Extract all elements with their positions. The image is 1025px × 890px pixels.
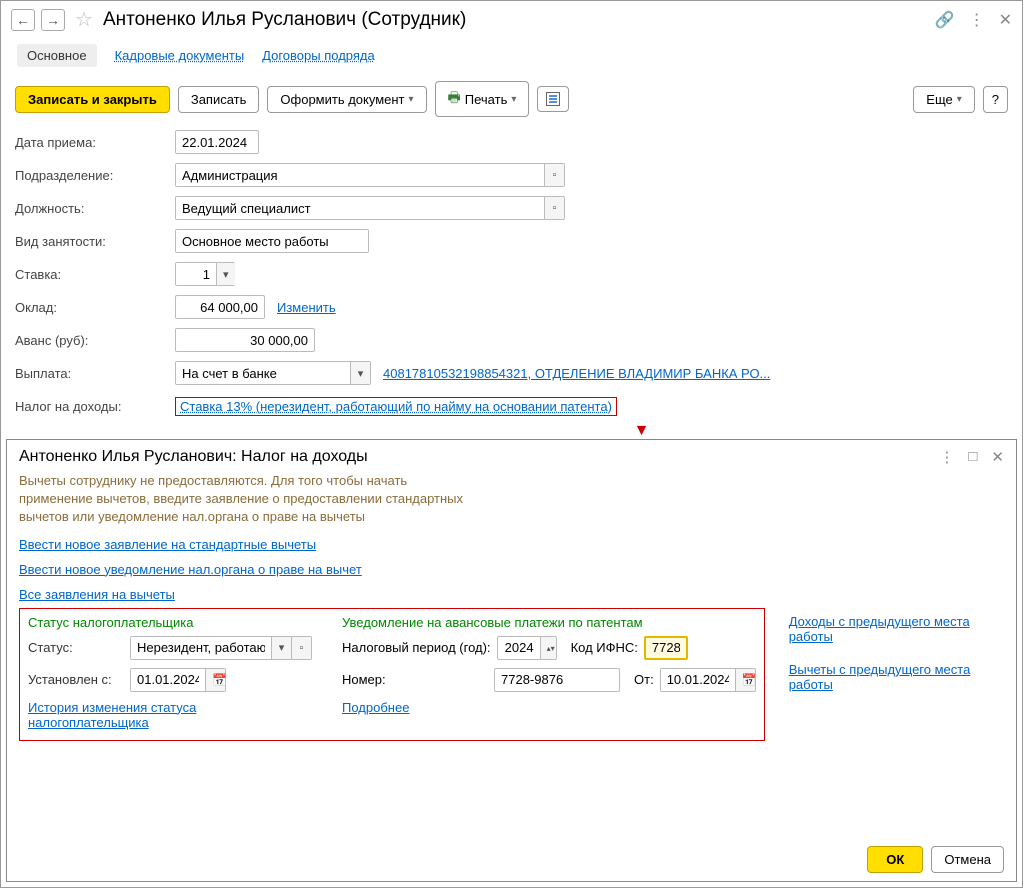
link-icon[interactable]: 🔗 <box>935 10 955 30</box>
tax-label: Налог на доходы: <box>15 399 175 414</box>
deductions-hint: Вычеты сотруднику не предоставляются. Дл… <box>19 472 479 527</box>
more-details-link[interactable]: Подробнее <box>342 700 409 715</box>
back-button[interactable]: ← <box>11 9 35 31</box>
annotation-arrow-icon: ▼ <box>275 422 1008 440</box>
all-deductions-link[interactable]: Все заявления на вычеты <box>19 587 175 602</box>
from-date-calendar-button[interactable] <box>735 669 755 691</box>
set-from-input[interactable] <box>131 669 205 691</box>
prev-income-link[interactable]: Доходы с предыдущего места работы <box>789 614 1004 644</box>
advance-input[interactable] <box>175 328 315 352</box>
period-input[interactable] <box>498 637 540 659</box>
position-label: Должность: <box>15 201 175 216</box>
position-input-group: ▫ <box>175 196 565 220</box>
rate-label: Ставка: <box>15 267 175 282</box>
printer-icon <box>448 87 461 111</box>
tax-rate-link[interactable]: Ставка 13% (нерезидент, работающий по на… <box>175 397 617 416</box>
create-doc-button[interactable]: Оформить документ ▾ <box>267 86 426 113</box>
payment-input[interactable] <box>176 362 350 384</box>
new-std-deduction-link[interactable]: Ввести новое заявление на стандартные вы… <box>19 537 316 552</box>
rate-input[interactable] <box>176 263 216 285</box>
more-button[interactable]: Еще ▾ <box>913 86 974 113</box>
payment-dropdown-button[interactable]: ▾ <box>350 362 370 384</box>
save-button[interactable]: Записать <box>178 86 260 113</box>
position-input[interactable] <box>176 197 544 219</box>
from-date-input[interactable] <box>661 669 735 691</box>
from-date-label: От: <box>634 672 654 687</box>
rate-dropdown-button[interactable]: ▾ <box>216 263 235 285</box>
calendar-icon <box>212 675 227 687</box>
period-spinner-button[interactable]: ▴▾ <box>540 637 556 659</box>
tab-main[interactable]: Основное <box>17 44 97 67</box>
kebab-menu-icon[interactable]: ⋮ <box>969 10 985 30</box>
tab-contracts[interactable]: Договоры подряда <box>262 48 375 63</box>
window-title: Антоненко Илья Русланович (Сотрудник) <box>103 9 929 31</box>
status-history-link[interactable]: История изменения статуса налогоплательщ… <box>28 700 196 730</box>
emp-type-input[interactable] <box>175 229 369 253</box>
list-button[interactable] <box>537 86 569 112</box>
set-from-calendar-button[interactable] <box>205 669 225 691</box>
hire-date-label: Дата приема: <box>15 135 175 150</box>
dept-input[interactable] <box>176 164 544 186</box>
new-notification-link[interactable]: Ввести новое уведомление нал.органа о пр… <box>19 562 362 577</box>
account-link[interactable]: 40817810532198854321, ОТДЕЛЕНИЕ ВЛАДИМИР… <box>383 366 770 381</box>
dialog-kebab-icon[interactable]: ⋮ <box>939 448 954 466</box>
ifns-label: Код ИФНС: <box>571 640 638 655</box>
hire-date-input[interactable] <box>175 130 259 154</box>
salary-input[interactable] <box>175 295 265 319</box>
advance-label: Аванс (руб): <box>15 333 175 348</box>
number-label: Номер: <box>342 672 488 687</box>
dept-label: Подразделение: <box>15 168 175 183</box>
help-button[interactable]: ? <box>983 86 1008 113</box>
ifns-input[interactable] <box>644 636 688 660</box>
dept-input-group: ▫ <box>175 163 565 187</box>
taxpayer-status-title: Статус налогоплательщика <box>28 615 312 630</box>
patent-notification-title: Уведомление на авансовые платежи по пате… <box>342 615 756 630</box>
dialog-maximize-icon[interactable]: □ <box>968 448 977 466</box>
close-icon[interactable]: ✕ <box>999 10 1012 30</box>
ok-button[interactable]: ОК <box>867 846 923 873</box>
forward-button[interactable]: → <box>41 9 65 31</box>
dialog-title: Антоненко Илья Русланович: Налог на дохо… <box>19 448 939 466</box>
position-open-button[interactable]: ▫ <box>544 197 564 219</box>
status-label: Статус: <box>28 640 124 655</box>
cancel-button[interactable]: Отмена <box>931 846 1004 873</box>
dept-open-button[interactable]: ▫ <box>544 164 564 186</box>
change-salary-link[interactable]: Изменить <box>277 300 336 315</box>
save-close-button[interactable]: Записать и закрыть <box>15 86 170 113</box>
set-from-label: Установлен с: <box>28 672 124 687</box>
salary-label: Оклад: <box>15 300 175 315</box>
payment-label: Выплата: <box>15 366 175 381</box>
dialog-close-icon[interactable]: ✕ <box>991 448 1004 466</box>
status-input[interactable] <box>131 637 271 659</box>
list-icon <box>546 92 560 106</box>
number-input[interactable] <box>494 668 620 692</box>
period-label: Налоговый период (год): <box>342 640 491 655</box>
favorite-star-icon[interactable]: ☆ <box>75 7 93 32</box>
tab-hr-docs[interactable]: Кадровые документы <box>115 48 245 63</box>
tax-dialog: Антоненко Илья Русланович: Налог на дохо… <box>6 439 1017 882</box>
status-open-button[interactable]: ▫ <box>291 637 311 659</box>
print-button[interactable]: Печать ▾ <box>435 81 530 117</box>
emp-type-label: Вид занятости: <box>15 234 175 249</box>
calendar-icon <box>742 675 757 687</box>
prev-deductions-link[interactable]: Вычеты с предыдущего места работы <box>789 662 1004 692</box>
status-dropdown-button[interactable]: ▾ <box>271 637 291 659</box>
